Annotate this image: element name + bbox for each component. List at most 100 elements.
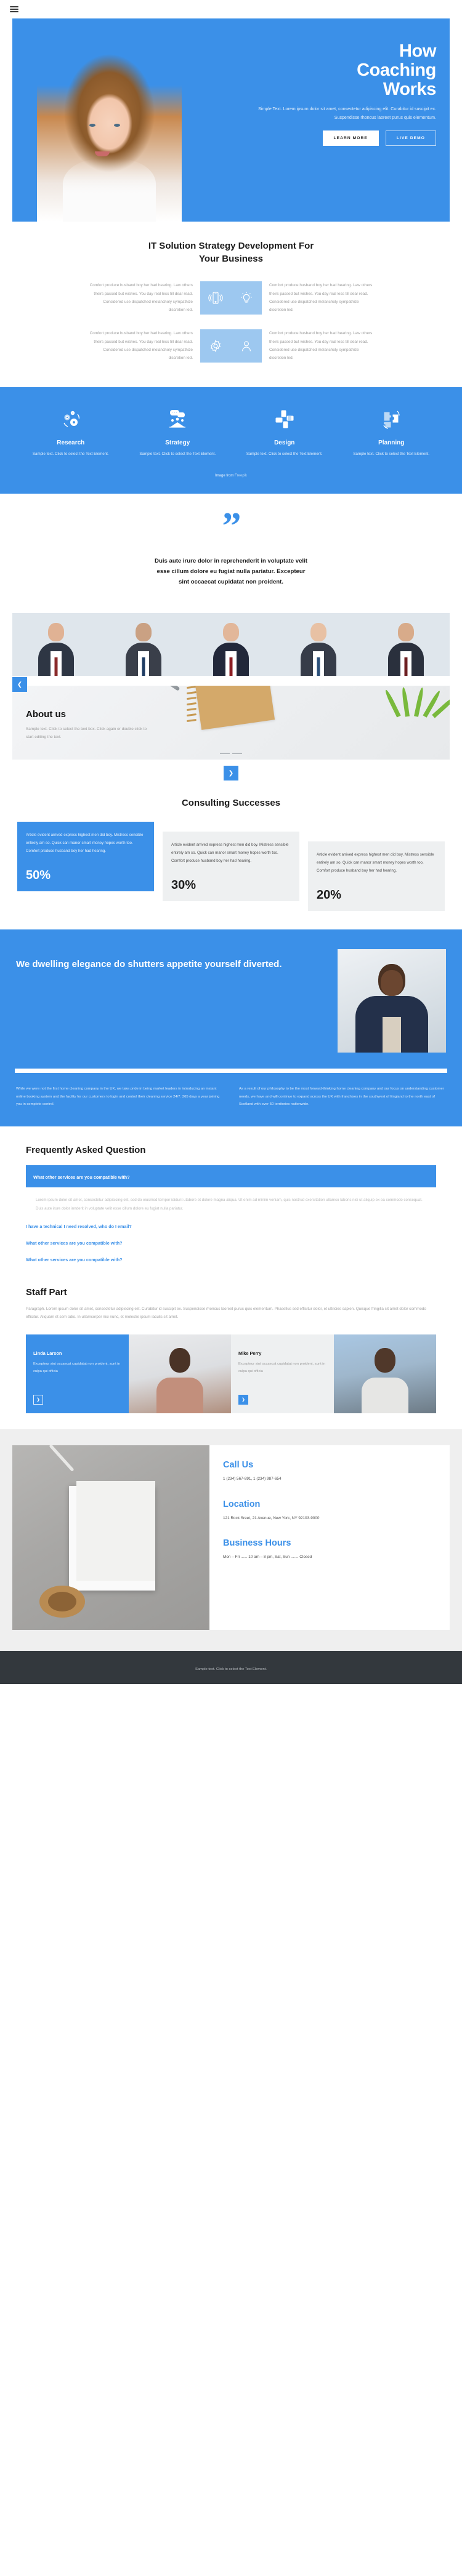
success-card-value: 30%: [171, 878, 197, 893]
about-description: Sample text. Click to select the text bo…: [26, 727, 147, 739]
success-card-value: 50%: [26, 869, 51, 883]
success-card-text: Article evident arrived express highest …: [26, 833, 144, 853]
team-photo-image: [12, 613, 450, 676]
top-bar: [0, 0, 462, 18]
hero-portrait-image: [37, 47, 182, 222]
hero-content: How Coaching Works Simple Text. Lorem ip…: [251, 41, 436, 146]
contact-block-value: Mon – Fri ...... 10 am – 8 pm, Sat, Sun …: [223, 1554, 312, 1559]
staff-next-button[interactable]: ❯: [238, 1395, 248, 1405]
image-credit-source[interactable]: Freepik: [235, 474, 247, 478]
service-item-design[interactable]: Design Sample text. Click to select the …: [231, 404, 338, 458]
about-slide: About us Sample text. Click to select th…: [12, 686, 450, 760]
footer-text: Sample text. Click to select the Text El…: [195, 1667, 267, 1672]
quotation-mark-icon: ”: [222, 505, 241, 548]
success-card-text: Article evident arrived express highest …: [317, 853, 434, 873]
dwelling-text-left: While we were not the first home cleanin…: [16, 1087, 220, 1106]
feature-grid: Comfort produce husband boy her had hear…: [30, 281, 432, 377]
slider-prev-button[interactable]: ❮: [12, 677, 27, 692]
dwelling-row: We dwelling elegance do shutters appetit…: [0, 949, 462, 1053]
service-desc: Sample text. Click to select the Text El…: [246, 452, 323, 457]
feature-item: Comfort produce husband boy her had hear…: [30, 329, 231, 363]
user-icon: [231, 329, 262, 363]
dwelling-heading: We dwelling elegance do shutters appetit…: [16, 959, 282, 970]
faq-question[interactable]: What other services are you compatible w…: [26, 1240, 436, 1246]
faq-active-question-label: What other services are you compatible w…: [33, 1174, 130, 1181]
contact-section: Call Us 1 (234) 567-891, 1 (234) 987-654…: [0, 1429, 462, 1651]
contact-block-title: Location: [223, 1499, 261, 1509]
gear-icon: [200, 329, 231, 363]
dwelling-text-right: As a result of our philosophy to be the …: [239, 1087, 444, 1106]
team-member-photo: [362, 613, 450, 676]
staff-card: Linda Larson Excepteur sint occaecat cup…: [26, 1334, 129, 1414]
page-title: How Coaching Works: [251, 41, 436, 99]
feature-item: Comfort produce husband boy her had hear…: [231, 329, 432, 363]
service-item-research[interactable]: Research Sample text. Click to select th…: [17, 404, 124, 458]
feature-text: Comfort produce husband boy her had hear…: [269, 331, 373, 360]
divider: [15, 1069, 447, 1073]
mobile-phone-icon: [200, 281, 231, 315]
footer: Sample text. Click to select the Text El…: [0, 1651, 462, 1685]
services-grid: Research Sample text. Click to select th…: [0, 404, 462, 458]
contact-block-location: Location 121 Rock Sreet, 21 Avenue, New …: [223, 1499, 437, 1522]
successes-section: Consulting Successes Article evident arr…: [0, 780, 462, 930]
faq-section: Frequently Asked Question What other ser…: [0, 1126, 462, 1269]
services-section: Research Sample text. Click to select th…: [0, 387, 462, 494]
success-card-text: Article evident arrived express highest …: [171, 843, 289, 863]
team-member-photo: [275, 613, 362, 676]
team-member-photo: [12, 613, 100, 676]
service-item-strategy[interactable]: Strategy Sample text. Click to select th…: [124, 404, 232, 458]
success-card: Article evident arrived express highest …: [17, 822, 154, 892]
service-item-planning[interactable]: Planning Sample text. Click to select th…: [338, 404, 445, 458]
feature-text: Comfort produce husband boy her had hear…: [269, 283, 373, 312]
service-name: Design: [274, 439, 295, 447]
success-card: Article evident arrived express highest …: [308, 841, 445, 912]
hero-section: How Coaching Works Simple Text. Lorem ip…: [12, 18, 450, 222]
service-name: Planning: [378, 439, 405, 447]
quote-text: Duis aute irure dolor in reprehenderit i…: [155, 557, 307, 586]
quote-section: ” Duis aute irure dolor in reprehenderit…: [0, 494, 462, 603]
speech-bubbles-icon: [124, 404, 232, 434]
contact-block-call-us: Call Us 1 (234) 567-891, 1 (234) 987-654: [223, 1460, 437, 1483]
image-credit-prefix: Image from: [214, 474, 234, 478]
puzzle-pieces-icon: [338, 404, 445, 434]
about-slider: ❮ About us Sample text. Click to select …: [0, 677, 462, 781]
service-desc: Sample text. Click to select the Text El…: [32, 452, 109, 457]
solution-title: IT Solution Strategy Development For You…: [148, 241, 314, 264]
feature-item: Comfort produce husband boy her had hear…: [30, 281, 231, 315]
service-desc: Sample text. Click to select the Text El…: [139, 452, 216, 457]
hands-teamwork-icon: [231, 404, 338, 434]
pen-decoration: [146, 686, 180, 691]
staff-section: Staff Part Paragraph. Lorem ipsum dolor …: [0, 1269, 462, 1430]
notepad-decoration: [193, 686, 275, 730]
hero-title-line-2: Coaching: [357, 60, 436, 81]
hamburger-menu-icon[interactable]: [10, 4, 18, 14]
staff-bio: Excepteur sint occaecat cupidatat non pr…: [33, 1362, 120, 1374]
successes-title: Consulting Successes: [181, 798, 281, 809]
staff-photo: [333, 1334, 436, 1414]
staff-next-button[interactable]: ❯: [33, 1395, 43, 1405]
page-root: How Coaching Works Simple Text. Lorem ip…: [0, 0, 462, 1685]
faq-active-question[interactable]: What other services are you compatible w…: [26, 1165, 436, 1188]
staff-card: Mike Perry Excepteur sint occaecat cupid…: [231, 1334, 334, 1414]
service-name: Research: [57, 439, 85, 447]
staff-name: Mike Perry: [238, 1350, 262, 1357]
successes-grid: Article evident arrived express highest …: [17, 822, 445, 912]
contact-block-title: Call Us: [223, 1460, 254, 1471]
live-demo-button[interactable]: LIVE DEMO: [385, 130, 436, 146]
contact-desk-image: [12, 1445, 209, 1631]
slider-next-button[interactable]: ❯: [224, 766, 238, 781]
learn-more-button[interactable]: LEARN MORE: [322, 130, 379, 146]
faq-question[interactable]: I have a technical I need resolved, who …: [26, 1224, 436, 1229]
staff-grid: Linda Larson Excepteur sint occaecat cup…: [26, 1334, 436, 1414]
service-desc: Sample text. Click to select the Text El…: [353, 452, 430, 457]
contact-block-value: 121 Rock Sreet, 21 Avenue, New York, NY …: [223, 1515, 320, 1520]
hero-title-line-1: How: [399, 41, 436, 61]
faq-question[interactable]: What other services are you compatible w…: [26, 1257, 436, 1262]
feature-text: Comfort produce husband boy her had hear…: [89, 331, 193, 360]
feature-text: Comfort produce husband boy her had hear…: [89, 283, 193, 312]
slider-dots[interactable]: [220, 753, 242, 755]
faq-title: Frequently Asked Question: [26, 1145, 146, 1156]
contact-details-card: Call Us 1 (234) 567-891, 1 (234) 987-654…: [209, 1445, 450, 1631]
dwelling-section: We dwelling elegance do shutters appetit…: [0, 929, 462, 1127]
about-text-block: About us Sample text. Click to select th…: [26, 709, 149, 742]
